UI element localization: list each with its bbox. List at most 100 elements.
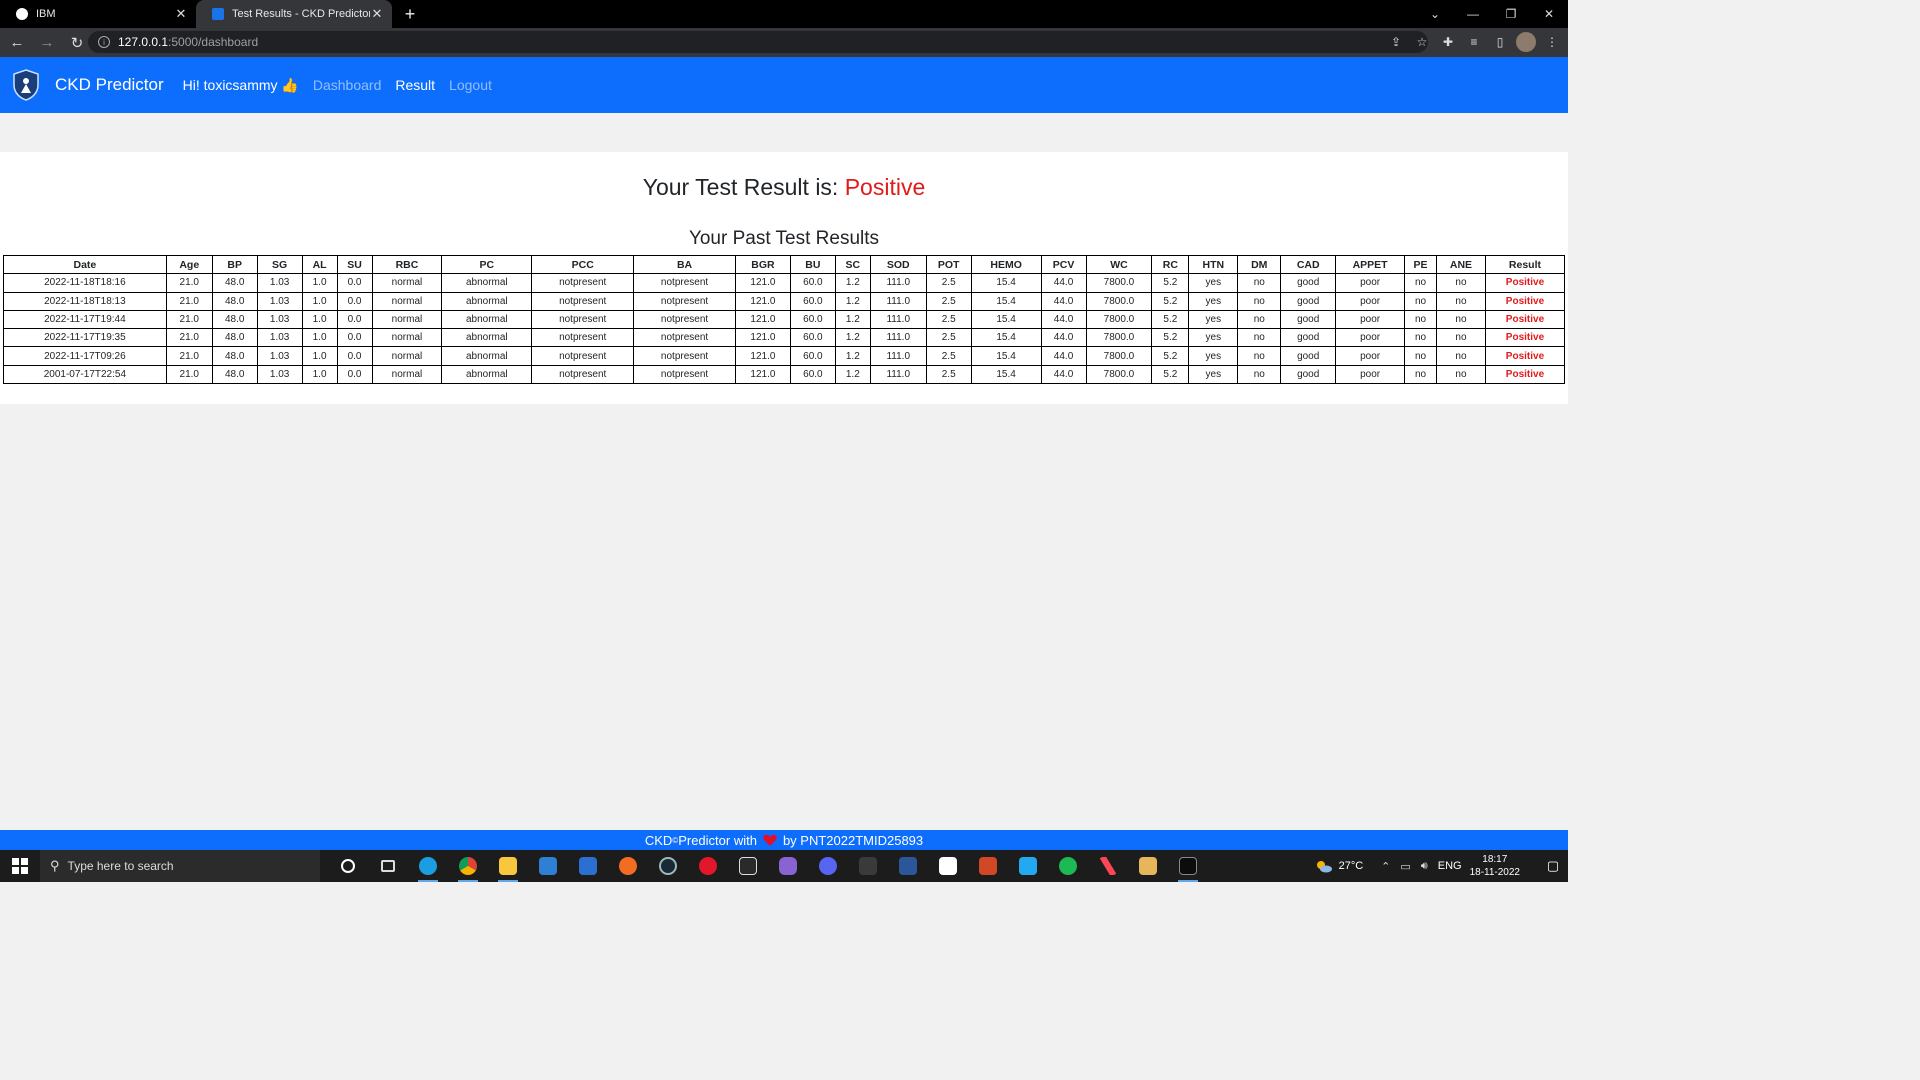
network-icon[interactable]: ▭ — [1400, 860, 1410, 873]
tray-chevron-icon[interactable]: ⌃ — [1381, 860, 1390, 873]
cell-bp: 48.0 — [211, 364, 258, 385]
shield-logo-icon[interactable] — [12, 69, 40, 101]
media-icon[interactable]: ≡ — [1464, 32, 1484, 52]
cell-pcc: notpresent — [531, 309, 635, 330]
cell-ba: notpresent — [633, 291, 736, 311]
url-path: :5000/dashboard — [168, 35, 259, 49]
close-window-icon[interactable]: ✕ — [1530, 0, 1568, 28]
cell-sod: 111.0 — [869, 328, 927, 348]
column-header-date: Date — [3, 254, 167, 275]
itunes-icon[interactable] — [928, 850, 968, 882]
gamepad-icon[interactable] — [768, 850, 808, 882]
cell-sod: 111.0 — [869, 346, 927, 366]
notifications-icon[interactable]: ▢ — [1538, 858, 1568, 874]
tab-test-results[interactable]: Test Results - CKD Predictor ✕ — [196, 0, 392, 28]
column-header-result: Result — [1484, 254, 1566, 275]
clock-time: 18:17 — [1482, 854, 1508, 865]
cell-pcv: 44.0 — [1040, 309, 1087, 330]
cell-htn: yes — [1188, 346, 1239, 366]
task-view-icon[interactable] — [368, 850, 408, 882]
cell-dm: no — [1237, 328, 1282, 348]
cell-date: 2022-11-18T18:16 — [3, 273, 167, 293]
volume-icon[interactable]: 🔊︎ — [1421, 860, 1428, 873]
cell-cad: good — [1280, 364, 1337, 385]
toolbar-actions: ⇪ ☆ ✚ ≡ ▯ ⋮ — [1386, 31, 1562, 53]
cell-rc: 5.2 — [1151, 291, 1190, 311]
mail-icon[interactable] — [528, 850, 568, 882]
column-header-sod: SOD — [869, 254, 927, 275]
word-icon[interactable] — [888, 850, 928, 882]
valorant-icon[interactable] — [1088, 850, 1128, 882]
share-icon[interactable]: ⇪ — [1386, 32, 1406, 52]
cell-wc: 7800.0 — [1085, 309, 1153, 330]
cortana-icon[interactable] — [328, 850, 368, 882]
store-icon[interactable] — [568, 850, 608, 882]
brand-title[interactable]: CKD Predictor — [55, 75, 164, 95]
language-indicator[interactable]: ENG — [1438, 860, 1462, 872]
cell-pc: abnormal — [441, 291, 533, 311]
cell-age: 21.0 — [165, 346, 213, 366]
steam-icon[interactable] — [648, 850, 688, 882]
cell-pcv: 44.0 — [1040, 364, 1087, 385]
back-icon[interactable]: ← — [4, 30, 30, 56]
test-result-label: Your Test Result is: — [642, 174, 845, 200]
edge-icon[interactable] — [408, 850, 448, 882]
nav-link-logout[interactable]: Logout — [449, 77, 492, 93]
cell-rbc: normal — [371, 309, 443, 330]
cell-cad: good — [1280, 328, 1337, 348]
restore-icon[interactable]: ❐ — [1492, 0, 1530, 28]
cell-rc: 5.2 — [1151, 273, 1190, 293]
forward-icon[interactable]: → — [34, 30, 60, 56]
weather-widget[interactable]: 27°C — [1315, 859, 1363, 873]
nav-link-dashboard[interactable]: Dashboard — [313, 77, 382, 93]
close-tab-icon[interactable]: ✕ — [174, 6, 188, 22]
origin-icon[interactable] — [608, 850, 648, 882]
cell-al: 1.0 — [301, 273, 338, 293]
taskbar-search-box[interactable]: ⚲ Type here to search — [40, 850, 320, 882]
chrome-icon[interactable] — [448, 850, 488, 882]
bookmark-star-icon[interactable]: ☆ — [1412, 32, 1432, 52]
menu-kebab-icon[interactable]: ⋮ — [1542, 32, 1562, 52]
extensions-icon[interactable]: ✚ — [1438, 32, 1458, 52]
folder-app-icon[interactable] — [1128, 850, 1168, 882]
reload-icon[interactable]: ↻ — [64, 30, 90, 56]
epic-games-icon[interactable] — [728, 850, 768, 882]
cell-date: 2001-07-17T22:54 — [3, 364, 167, 385]
file-explorer-icon[interactable] — [488, 850, 528, 882]
vscode-icon[interactable] — [1008, 850, 1048, 882]
cell-cad: good — [1280, 309, 1337, 330]
column-header-sg: SG — [256, 254, 303, 275]
cell-bp: 48.0 — [211, 328, 258, 348]
column-header-pcc: PCC — [531, 254, 635, 275]
cell-sc: 1.2 — [834, 291, 871, 311]
tab-ibm[interactable]: IBM ✕ — [0, 0, 196, 28]
terminal-icon[interactable] — [1168, 850, 1208, 882]
tab-search-icon[interactable]: ⌄ — [1416, 0, 1454, 28]
cell-su: 0.0 — [336, 328, 373, 348]
column-header-pc: PC — [441, 254, 533, 275]
red-app-icon[interactable] — [688, 850, 728, 882]
windows-start-icon[interactable] — [0, 850, 40, 882]
nav-link-result[interactable]: Result — [395, 77, 435, 93]
cell-pcv: 44.0 — [1040, 291, 1087, 311]
powerpoint-icon[interactable] — [968, 850, 1008, 882]
side-panel-icon[interactable]: ▯ — [1490, 32, 1510, 52]
minimize-icon[interactable]: — — [1454, 0, 1492, 28]
clock[interactable]: 18:17 18-11-2022 — [1470, 853, 1520, 879]
cell-rc: 5.2 — [1151, 364, 1190, 385]
profile-avatar-icon[interactable] — [1516, 32, 1536, 52]
cell-htn: yes — [1188, 309, 1239, 330]
cell-date: 2022-11-17T19:44 — [3, 309, 167, 330]
davinci-icon[interactable] — [848, 850, 888, 882]
site-info-icon[interactable]: i — [98, 36, 110, 48]
cell-rc: 5.2 — [1151, 309, 1190, 330]
table-row: 2001-07-17T22:54 21.0 48.0 1.03 1.0 0.0 normal… — [3, 364, 1566, 385]
close-tab-icon[interactable]: ✕ — [370, 6, 384, 22]
cell-bgr: 121.0 — [734, 346, 791, 366]
address-bar[interactable]: i 127.0.0.1:5000/dashboard — [88, 31, 1428, 53]
cell-htn: yes — [1188, 364, 1239, 385]
spotify-icon[interactable] — [1048, 850, 1088, 882]
new-tab-icon[interactable]: + — [396, 0, 424, 28]
discord-icon[interactable] — [808, 850, 848, 882]
cell-pe: no — [1404, 364, 1438, 385]
